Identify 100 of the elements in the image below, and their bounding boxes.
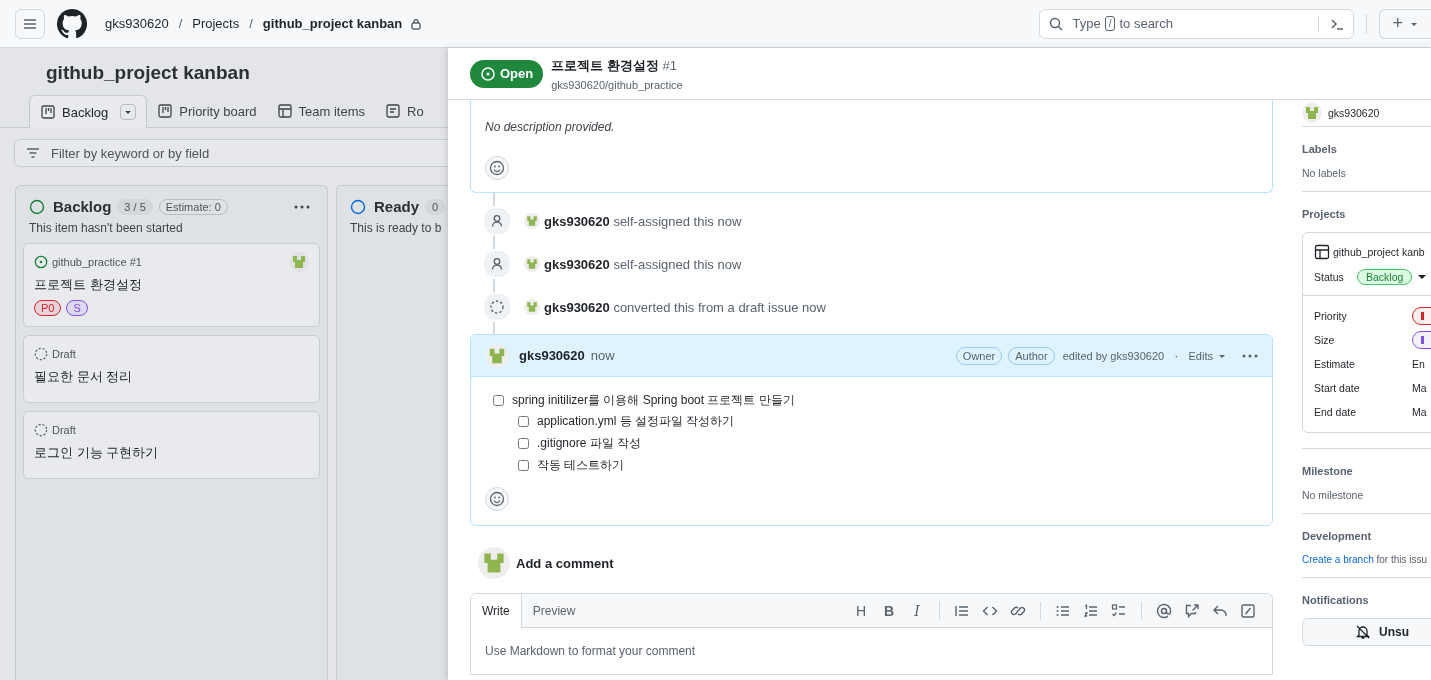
field-name: Start date: [1314, 382, 1361, 394]
item-card[interactable]: Draft 필요한 문서 정리: [23, 335, 320, 403]
caret-icon: [124, 108, 133, 116]
task-checkbox[interactable]: [493, 395, 504, 406]
field-value[interactable]: Ma: [1412, 382, 1427, 394]
reaction-button[interactable]: [485, 487, 509, 511]
field-name: Priority: [1314, 310, 1348, 322]
format-button[interactable]: I: [903, 602, 931, 619]
projects-link[interactable]: Projects: [192, 16, 240, 31]
separator-dot: ·: [1174, 348, 1179, 363]
caret-icon[interactable]: [1418, 273, 1427, 281]
labels-value: No labels: [1302, 167, 1347, 179]
create-branch-link[interactable]: Create a branch: [1302, 554, 1374, 565]
field-value[interactable]: Ma: [1412, 406, 1427, 418]
avatar: [524, 299, 540, 315]
draft-icon: [34, 347, 48, 361]
view-menu-button[interactable]: [120, 104, 137, 120]
avatar: [524, 213, 540, 229]
owner-link[interactable]: gks930620: [105, 16, 169, 31]
field-value[interactable]: En: [1412, 358, 1425, 370]
avatar: [289, 252, 309, 272]
column-title: Ready: [374, 198, 420, 215]
table-icon: [1314, 244, 1330, 260]
person-icon: [489, 256, 505, 272]
format-button[interactable]: B: [875, 602, 903, 619]
section-title: Development: [1302, 530, 1373, 542]
lock-icon: [410, 17, 423, 30]
assignee-name[interactable]: gks930620: [1328, 107, 1380, 119]
cross-reference-icon[interactable]: [1184, 602, 1200, 619]
item-card[interactable]: Draft 로그인 기능 구현하기: [23, 411, 320, 479]
column-description: This is ready to b: [349, 220, 443, 237]
label-tag: S: [66, 300, 88, 316]
avatar: [524, 256, 540, 272]
numbered-list-icon[interactable]: [1083, 602, 1099, 619]
issue-title: 프로젝트 환경설정: [551, 57, 659, 73]
open-issue-icon: [34, 255, 48, 269]
section-title: Labels: [1302, 143, 1338, 155]
project-name[interactable]: github_project kanb: [1333, 246, 1425, 258]
repository-link[interactable]: gks930620/github_practice: [551, 78, 683, 91]
menu-button[interactable]: [15, 8, 45, 39]
avatar: [478, 547, 510, 579]
issue-number: #1: [662, 57, 677, 73]
status-badge: Open: [470, 59, 544, 88]
github-logo-icon[interactable]: [57, 8, 87, 39]
mention-icon[interactable]: [1156, 602, 1172, 619]
task-text: spring initilizer를 이용해 Spring boot 프로젝트 만들기: [512, 392, 795, 409]
field-name: End date: [1314, 406, 1358, 418]
breadcrumb-separator: /: [249, 16, 253, 31]
view-icon: [385, 103, 402, 119]
item-title[interactable]: 필요한 문서 정리: [34, 368, 309, 386]
view-icon: [40, 104, 56, 120]
task-text: application.yml 등 설정파일 작성하기: [537, 413, 735, 430]
format-button[interactable]: H: [847, 602, 875, 619]
item-reference: Draft: [52, 424, 76, 436]
item-reference: Draft: [52, 348, 76, 360]
comment-author[interactable]: gks930620: [519, 348, 585, 363]
comment-field[interactable]: Use Markdown to format your comment: [471, 628, 1272, 674]
section-title: Notifications: [1302, 594, 1370, 606]
field-name: Estimate: [1314, 358, 1356, 370]
edited-note: edited by gks930620: [1062, 349, 1165, 362]
event-text: gks930620 self-assigned this now: [544, 256, 742, 272]
task-checkbox[interactable]: [518, 438, 529, 449]
smiley-icon: [489, 491, 505, 507]
editor-tab[interactable]: Write: [471, 594, 522, 628]
event-text: gks930620 self-assigned this now: [544, 213, 742, 229]
more-icon[interactable]: [294, 204, 310, 209]
status-pill[interactable]: Backlog: [1357, 269, 1413, 285]
item-title[interactable]: 로그인 기능 구현하기: [34, 444, 309, 462]
view-tab[interactable]: Ro: [375, 95, 434, 127]
avatar: [1302, 103, 1322, 123]
item-title[interactable]: 프로젝트 환경설정: [34, 276, 309, 294]
draft-icon: [489, 299, 505, 315]
avatar: [485, 343, 509, 368]
create-new-button[interactable]: +: [1379, 8, 1431, 39]
project-link[interactable]: github_project kanban: [262, 16, 403, 31]
column-title: Backlog: [53, 198, 112, 215]
search-field[interactable]: Type / to search: [1039, 8, 1355, 39]
edits-dropdown[interactable]: Edits: [1188, 349, 1236, 362]
more-icon[interactable]: [1242, 353, 1258, 358]
search-icon: [1048, 15, 1065, 32]
editor-tab[interactable]: Preview: [521, 593, 587, 628]
view-tab[interactable]: Priority board: [147, 95, 267, 127]
label-tag: P0: [34, 300, 62, 316]
task-checkbox[interactable]: [518, 416, 529, 427]
view-tab[interactable]: Team items: [266, 95, 376, 127]
item-count: 3 / 5: [117, 198, 153, 215]
field-name: Status: [1314, 271, 1345, 283]
column-description: This item hasn't been started: [28, 220, 184, 237]
reaction-button[interactable]: [485, 156, 509, 180]
filter-field[interactable]: Filter by keyword or by field: [14, 139, 448, 167]
view-tab[interactable]: Backlog: [29, 95, 148, 128]
task-list-icon[interactable]: [1111, 602, 1127, 619]
project-title: github_project kanban: [45, 61, 251, 85]
slash-command-icon[interactable]: [1240, 602, 1256, 619]
task-text: 작동 테스트하기: [537, 457, 625, 474]
filter-icon: [25, 145, 41, 161]
view-icon: [276, 103, 293, 119]
task-checkbox[interactable]: [518, 460, 529, 471]
item-card[interactable]: github_practice #1 프로젝트 환경설정 P0 S: [23, 243, 320, 327]
unsubscribe-button[interactable]: Unsu: [1302, 618, 1431, 646]
